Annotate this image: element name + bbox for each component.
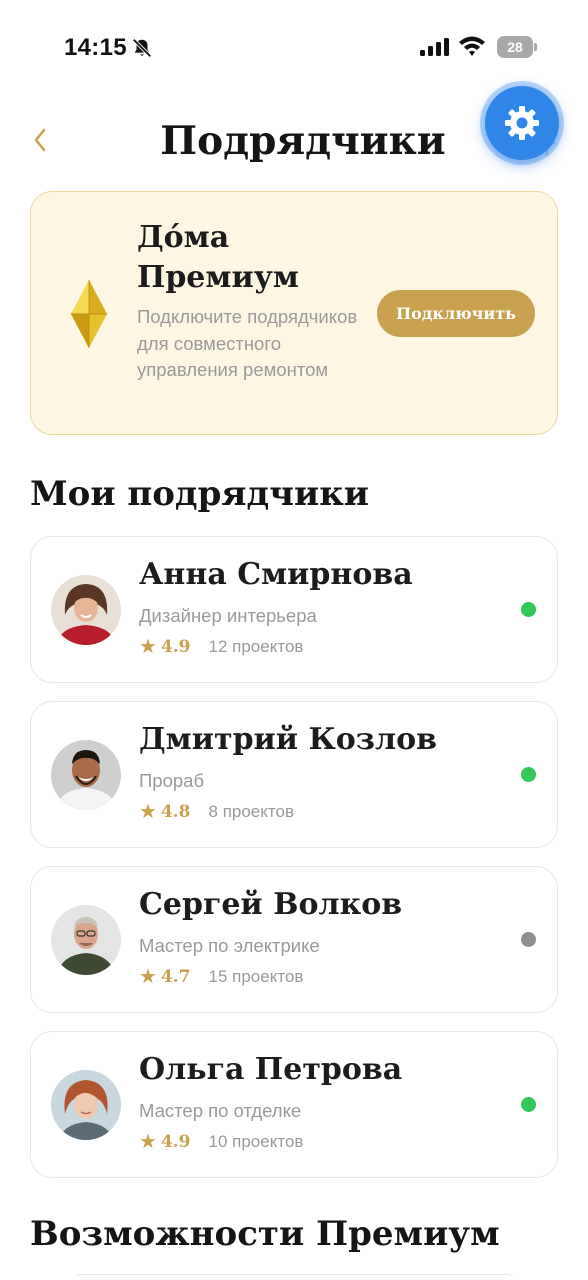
premium-description: Подключите подрядчиков для совместного у… xyxy=(137,306,358,380)
status-time: 14:15 xyxy=(64,34,127,61)
signal-icon xyxy=(420,38,449,56)
contractor-projects: 15 проектов xyxy=(208,967,304,986)
contractor-role: Мастер по отделке xyxy=(139,1100,302,1121)
avatar xyxy=(51,1070,121,1140)
rating-row: ★ 4.8 8 проектов xyxy=(139,800,294,824)
contractor-name: Ольга Петрова xyxy=(139,1052,403,1087)
rating-row: ★ 4.9 12 проектов xyxy=(139,635,303,659)
connect-button[interactable]: Подключить xyxy=(377,290,535,337)
settings-button[interactable] xyxy=(485,86,559,160)
status-bar: 14:15 28 xyxy=(0,0,588,96)
star-icon: ★ xyxy=(139,1131,157,1153)
premium-title: До́ма Премиум xyxy=(137,220,299,295)
premium-features-card-edge xyxy=(74,1274,514,1280)
online-status-dot xyxy=(521,1097,536,1112)
avatar xyxy=(51,575,121,645)
contractor-role: Прораб xyxy=(139,770,205,791)
contractor-card[interactable]: Анна Смирнова Дизайнер интерьера ★ 4.9 1… xyxy=(30,536,558,683)
contractor-rating: 4.8 xyxy=(160,802,191,822)
online-status-dot xyxy=(521,767,536,782)
contractor-rating: 4.9 xyxy=(160,637,191,657)
contractor-name: Анна Смирнова xyxy=(139,557,413,592)
wifi-icon xyxy=(459,36,485,56)
battery-level-text: 28 xyxy=(507,39,523,55)
contractor-name: Сергей Волков xyxy=(139,887,403,922)
premium-card: До́ма Премиум Подключите подрядчиков для… xyxy=(30,191,558,435)
contractor-projects: 12 проектов xyxy=(208,637,304,656)
online-status-dot xyxy=(521,602,536,617)
star-icon: ★ xyxy=(139,966,157,988)
contractor-card[interactable]: Ольга Петрова Мастер по отделке ★ 4.9 10… xyxy=(30,1031,558,1178)
contractor-rating: 4.9 xyxy=(160,1132,191,1152)
battery-icon: 28 xyxy=(497,36,537,58)
gear-icon xyxy=(505,106,539,140)
star-icon: ★ xyxy=(139,636,157,658)
contractor-role: Мастер по электрике xyxy=(139,935,320,956)
diamond-icon xyxy=(71,280,107,348)
contractor-projects: 10 проектов xyxy=(208,1132,304,1151)
avatar xyxy=(51,740,121,810)
avatar xyxy=(51,905,121,975)
rating-row: ★ 4.9 10 проектов xyxy=(139,1130,303,1154)
contractor-card[interactable]: Дмитрий Козлов Прораб ★ 4.8 8 проектов xyxy=(30,701,558,848)
rating-row: ★ 4.7 15 проектов xyxy=(139,965,303,989)
contractor-role: Дизайнер интерьера xyxy=(139,605,317,626)
offline-status-dot xyxy=(521,932,536,947)
contractor-rating: 4.7 xyxy=(160,967,191,987)
star-icon: ★ xyxy=(139,801,157,823)
section-title-my-contractors: Мои подрядчики xyxy=(30,474,370,514)
bell-slash-icon xyxy=(132,38,152,58)
contractor-projects: 8 проектов xyxy=(208,802,294,821)
section-title-premium-features: Возможности Премиум xyxy=(30,1214,500,1254)
contractor-card[interactable]: Сергей Волков Мастер по электрике ★ 4.7 … xyxy=(30,866,558,1013)
contractor-name: Дмитрий Козлов xyxy=(139,722,437,757)
